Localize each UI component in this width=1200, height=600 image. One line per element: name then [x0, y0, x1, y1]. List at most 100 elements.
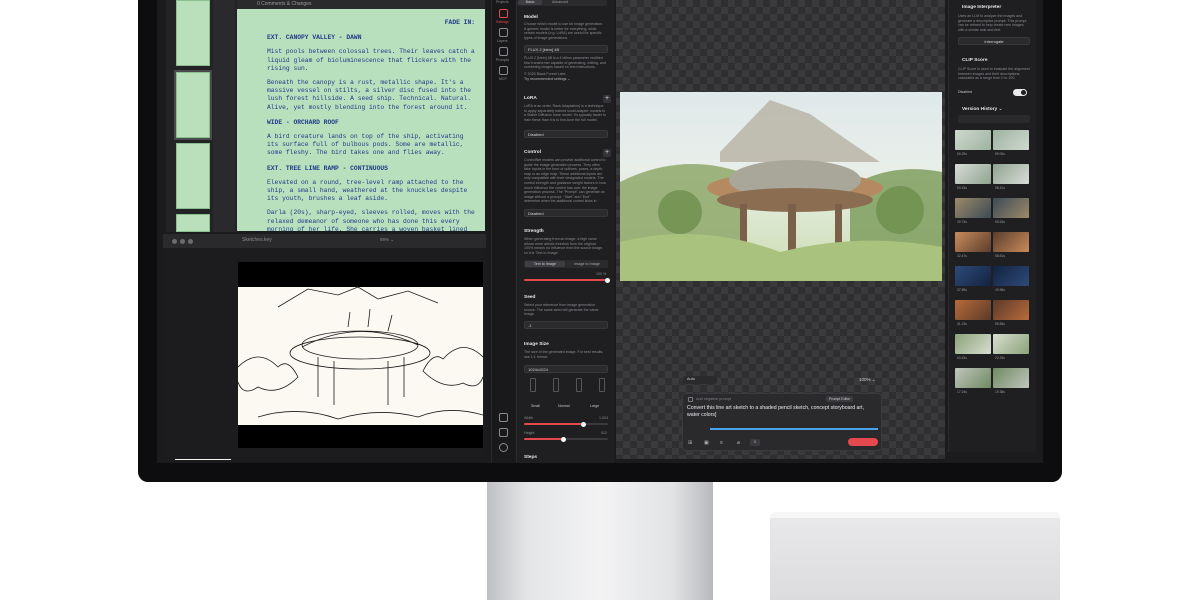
history-thumbnail[interactable] — [993, 232, 1029, 252]
screenplay-page[interactable]: FADE IN: EXT. CANOPY VALLEY - DAWN Mist po… — [237, 9, 485, 231]
size-large[interactable]: Large — [590, 404, 599, 409]
window-close-button[interactable] — [172, 239, 177, 244]
negative-prompt-input[interactable]: Add negative prompt — [696, 397, 731, 401]
script-action[interactable]: Beneath the canopy is a rust, metallic s… — [267, 79, 475, 112]
script-action[interactable]: Mist pools between colossal trees. Their… — [267, 48, 475, 73]
image-to-image-option[interactable]: Image to Image — [567, 261, 607, 267]
aspect-wide-icon[interactable] — [599, 378, 605, 392]
comments-count[interactable]: 0 Comments & Changes — [257, 1, 311, 7]
window-zoom-button[interactable] — [188, 239, 193, 244]
script-thumb[interactable] — [176, 143, 210, 209]
line-art-sketch — [237, 286, 484, 425]
history-thumbnail[interactable] — [993, 266, 1029, 286]
steps-title: Steps — [524, 455, 538, 460]
history-thumbnail[interactable] — [955, 368, 991, 388]
history-thumbnail[interactable] — [993, 334, 1029, 354]
script-scene-heading[interactable]: WIDE - ORCHARD ROOF — [267, 119, 475, 127]
text-to-image-option[interactable]: Text to Image — [525, 261, 565, 267]
app-tool-rail: Projects Settings Layers Prompts MCP — [491, 0, 515, 463]
display-stand — [487, 482, 713, 600]
aspect-portrait-icon[interactable] — [553, 378, 559, 392]
history-thumbnail[interactable] — [955, 198, 991, 218]
script-scene-heading[interactable]: EXT. TREE LINE RAMP - CONTINUOUS — [267, 165, 475, 173]
script-action[interactable]: A bird creature lands on top of the ship… — [267, 133, 475, 158]
prompt-input[interactable]: Convert this line art sketch to a shaded… — [687, 405, 877, 419]
batch-count[interactable]: 1 — [750, 439, 760, 446]
history-thumbnail[interactable] — [955, 130, 991, 150]
script-action[interactable]: Elevated on a round, tree-level ramp att… — [267, 179, 475, 204]
aspect-tall-icon[interactable] — [530, 378, 536, 392]
image-size-select[interactable]: 1024x1024 — [524, 365, 608, 373]
settings-tabs: Basic Advanced — [517, 0, 607, 6]
negative-prompt-icon[interactable] — [688, 397, 693, 402]
control-select[interactable]: Disabled — [524, 209, 608, 217]
width-slider[interactable] — [524, 421, 608, 427]
grid-icon[interactable] — [499, 413, 508, 422]
tab-advanced[interactable]: Advanced — [547, 0, 573, 5]
version-history-title[interactable]: Version History ⌄ — [962, 107, 1003, 112]
rail-mcp[interactable]: MCP — [499, 77, 507, 81]
settings-icon[interactable] — [499, 9, 508, 18]
width-slider-knob[interactable] — [581, 421, 586, 427]
mcp-icon[interactable] — [499, 66, 508, 75]
height-slider[interactable] — [524, 436, 608, 442]
script-thumb[interactable] — [176, 0, 210, 66]
script-thumb-selected[interactable] — [174, 70, 212, 140]
history-thumbnail[interactable] — [993, 368, 1029, 388]
sketch-zoom[interactable]: 89% ⌄ — [380, 237, 394, 243]
add-control-button[interactable]: + — [603, 149, 611, 157]
rail-layers[interactable]: Layers — [497, 39, 508, 43]
strength-slider-knob[interactable] — [605, 277, 610, 283]
seed-input[interactable]: -1 — [524, 321, 608, 329]
history-thumbnail[interactable] — [993, 198, 1029, 218]
rail-settings[interactable]: Settings — [496, 20, 509, 24]
auto-mode-pill[interactable]: Auto — [683, 376, 717, 384]
interrogate-button[interactable]: Interrogate — [958, 37, 1030, 45]
history-thumbnail[interactable] — [955, 232, 991, 252]
script-scene-heading[interactable]: EXT. CANOPY VALLEY - DAWN — [267, 34, 475, 42]
strength-slider-fill — [524, 279, 608, 281]
strength-slider[interactable] — [524, 277, 610, 283]
help-icon[interactable] — [499, 428, 508, 437]
rail-projects[interactable]: Projects — [496, 0, 509, 4]
attach-icon[interactable]: ⌀ — [737, 440, 740, 446]
height-slider-knob[interactable] — [561, 436, 566, 442]
model-select[interactable]: FLUX.2 [klein] 4B — [524, 45, 608, 53]
rail-prompts[interactable]: Prompts — [496, 58, 509, 62]
prompts-icon[interactable] — [499, 47, 508, 56]
script-thumb[interactable] — [176, 214, 210, 232]
width-value: 1,024 — [599, 416, 608, 420]
control-title: Control — [524, 150, 542, 155]
size-small[interactable]: Small — [531, 404, 540, 409]
script-transition[interactable]: FADE IN: — [267, 19, 475, 27]
script-action[interactable]: Darla (20s), sharp-eyed, sleeves rolled,… — [267, 209, 475, 231]
size-normal[interactable]: Normal — [558, 404, 570, 409]
lora-select[interactable]: Disabled — [524, 130, 608, 138]
sliders-icon[interactable]: ≡ — [720, 440, 723, 446]
layers-icon[interactable] — [499, 28, 508, 37]
aspect-square-icon[interactable] — [576, 378, 582, 392]
recommended-settings-link[interactable]: Try recommended settings ⌄ — [524, 77, 570, 82]
history-thumbnail[interactable] — [955, 300, 991, 320]
generated-image[interactable] — [620, 92, 942, 281]
history-thumbnail[interactable] — [955, 334, 991, 354]
strength-mode-toggle: Text to Image Image to Image — [524, 260, 608, 268]
history-thumbnail[interactable] — [993, 300, 1029, 320]
history-view-toggle[interactable] — [958, 115, 1030, 123]
window-minimize-button[interactable] — [180, 239, 185, 244]
history-thumbnail[interactable] — [993, 130, 1029, 150]
mac-studio-top — [770, 512, 1060, 518]
history-thumbnail[interactable] — [993, 164, 1029, 184]
tab-basic[interactable]: Basic — [518, 0, 542, 5]
seed-title: Seed — [524, 295, 536, 300]
account-icon[interactable] — [499, 443, 508, 452]
history-thumbnail[interactable] — [955, 164, 991, 184]
image-tool-icon[interactable]: ⊞ — [688, 440, 692, 446]
prompt-editor-button[interactable]: Prompt Editor — [826, 396, 854, 402]
clip-score-toggle[interactable] — [1013, 89, 1027, 96]
generate-button[interactable] — [848, 438, 878, 446]
crop-icon[interactable]: ▣ — [704, 440, 709, 446]
history-thumbnail[interactable] — [955, 266, 991, 286]
add-lora-button[interactable]: + — [603, 95, 611, 103]
canvas-zoom[interactable]: 100% ⌄ — [859, 377, 876, 383]
